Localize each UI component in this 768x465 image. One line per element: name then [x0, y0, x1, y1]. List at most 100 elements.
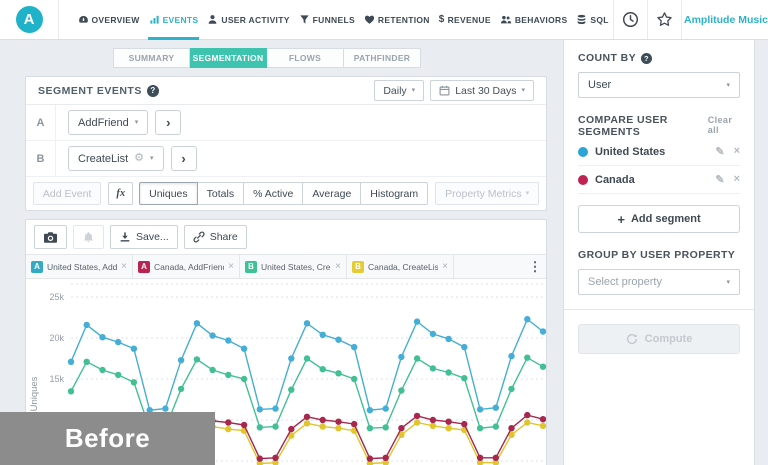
alerts-button[interactable]: [73, 225, 104, 249]
nav-item-label: REVENUE: [448, 15, 491, 25]
share-button[interactable]: Share: [184, 225, 247, 249]
history-clock-button[interactable]: [613, 0, 647, 39]
event-name: CreateList: [78, 153, 128, 165]
help-icon[interactable]: ?: [641, 53, 652, 64]
project-name: Amplitude Music Demo: [684, 14, 768, 26]
metric-histogram[interactable]: Histogram: [361, 182, 428, 205]
segment-events-panel: SEGMENT EVENTS ? Daily ▾ Last 30 Days ▾ …: [25, 76, 547, 211]
metric-average[interactable]: Average: [303, 182, 361, 205]
save-label: Save...: [136, 231, 169, 243]
close-icon[interactable]: ×: [734, 145, 740, 158]
close-icon[interactable]: ×: [442, 261, 448, 272]
share-label: Share: [210, 231, 238, 243]
group-by-select[interactable]: Select property ▾: [578, 269, 740, 295]
event-name: AddFriend: [78, 117, 129, 129]
segment-name: Canada: [595, 174, 635, 186]
metric-totals[interactable]: Totals: [198, 182, 244, 205]
add-segment-button[interactable]: + Add segment: [578, 205, 740, 233]
tab-summary[interactable]: SUMMARY: [113, 48, 190, 68]
segment-row-united-states: United States ✎ ×: [578, 138, 740, 166]
main-column: SUMMARYSEGMENTATIONFLOWSPATHFINDER SEGME…: [25, 40, 547, 465]
before-overlay: Before: [0, 412, 215, 465]
count-by-heading: COUNT BY ?: [578, 52, 740, 64]
expand-event-button[interactable]: ›: [171, 146, 197, 171]
snapshot-button[interactable]: [34, 225, 67, 249]
nav-item-label: OVERVIEW: [92, 15, 140, 25]
legend-chip-canada-addfriend[interactable]: ACanada, AddFriend×: [133, 255, 240, 278]
group-by-placeholder: Select property: [588, 276, 662, 288]
database-icon: [576, 14, 587, 25]
add-event-button[interactable]: Add Event: [33, 182, 101, 205]
segment-events-title: SEGMENT EVENTS: [38, 85, 142, 97]
formula-button[interactable]: fx: [108, 182, 133, 205]
chevron-down-icon: ▾: [412, 87, 416, 94]
tab-flows[interactable]: FLOWS: [267, 48, 344, 68]
compare-segments-heading: COMPARE USER SEGMENTS Clear all: [578, 114, 740, 138]
nav-item-funnels[interactable]: FUNNELS: [294, 0, 359, 39]
compute-section: Compute: [564, 309, 754, 354]
legend-chip-united-states-add[interactable]: AUnited States, Add...×: [26, 255, 133, 278]
download-icon: [119, 231, 131, 243]
segment-events-header: SEGMENT EVENTS ? Daily ▾ Last 30 Days ▾: [26, 77, 546, 105]
tab-pathfinder[interactable]: PATHFINDER: [344, 48, 421, 68]
segment-name: United States: [595, 146, 665, 158]
nav-item-events[interactable]: EVENTS: [144, 0, 203, 39]
legend-chip-united-states-cre[interactable]: BUnited States, Cre...×: [240, 255, 347, 278]
help-icon[interactable]: ?: [147, 85, 159, 97]
close-icon[interactable]: ×: [228, 261, 234, 272]
nav-item-behaviors[interactable]: BEHAVIORS: [495, 0, 572, 39]
nav-items: OVERVIEW EVENTSUSER ACTIVITY FUNNELS RETENT…: [59, 0, 613, 39]
clear-all-link[interactable]: Clear all: [708, 115, 740, 135]
date-range-dropdown[interactable]: Last 30 Days ▾: [430, 80, 534, 101]
chevron-down-icon: ▾: [726, 82, 730, 89]
close-icon[interactable]: ×: [734, 173, 740, 186]
legend-chip-canada-createlist[interactable]: BCanada, CreateList×: [347, 255, 454, 278]
event-select-createlist[interactable]: CreateList⚙▾: [68, 146, 164, 171]
legend-menu-kebab-icon[interactable]: ⋮: [524, 255, 546, 278]
metric-uniques[interactable]: Uniques: [139, 182, 198, 205]
metric-active[interactable]: % Active: [244, 182, 303, 205]
star-icon: [656, 11, 673, 28]
row-letter: B: [26, 141, 56, 176]
nav-item-user-activity[interactable]: USER ACTIVITY: [203, 0, 294, 39]
interval-dropdown[interactable]: Daily ▾: [374, 80, 424, 101]
close-icon[interactable]: ×: [121, 261, 127, 272]
property-metrics-label: Property Metrics: [445, 188, 521, 200]
save-button[interactable]: Save...: [110, 225, 178, 249]
y-axis-title: Uniques: [29, 376, 40, 411]
legend-chip-label: Canada, AddFriend: [154, 262, 224, 272]
project-switcher[interactable]: Amplitude Music Demo ▾: [681, 0, 768, 39]
nav-item-label: SQL: [590, 15, 608, 25]
nav-item-overview[interactable]: OVERVIEW: [73, 0, 144, 39]
segment-color-dot: [578, 147, 588, 157]
expand-event-button[interactable]: ›: [155, 110, 181, 135]
favorites-star-button[interactable]: [647, 0, 681, 39]
count-by-select[interactable]: User ▾: [578, 72, 740, 98]
amplitude-logo[interactable]: A: [0, 0, 59, 39]
group-by-heading: GROUP BY USER PROPERTY: [578, 249, 740, 261]
tab-segmentation[interactable]: SEGMENTATION: [190, 48, 267, 68]
event-select-addfriend[interactable]: AddFriend▾: [68, 110, 148, 135]
series-legend: AUnited States, Add...×ACanada, AddFrien…: [26, 254, 546, 279]
gauge-icon: [78, 14, 89, 25]
nav-item-label: FUNNELS: [313, 15, 355, 25]
clock-icon: [622, 11, 639, 28]
property-metrics-dropdown[interactable]: Property Metrics ▾: [435, 182, 539, 205]
row-letter: A: [26, 105, 56, 140]
nav-item-retention[interactable]: RETENTION: [359, 0, 434, 39]
close-icon[interactable]: ×: [335, 261, 341, 272]
people-icon: [500, 14, 512, 25]
compute-label: Compute: [645, 333, 693, 345]
person-icon: [207, 14, 218, 25]
dollar-icon: $: [439, 14, 445, 25]
edit-pencil-icon[interactable]: ✎: [715, 173, 724, 186]
nav-item-sql[interactable]: SQL: [572, 0, 613, 39]
compute-button[interactable]: Compute: [578, 324, 740, 354]
nav-item-revenue[interactable]: $REVENUE: [434, 0, 495, 39]
funnel-icon: [299, 14, 310, 25]
edit-pencil-icon[interactable]: ✎: [715, 145, 724, 158]
event-row-a: A AddFriend▾ ›: [26, 105, 546, 141]
bell-icon: [82, 231, 95, 243]
series-badge: B: [352, 261, 364, 273]
count-by-value: User: [588, 79, 611, 91]
